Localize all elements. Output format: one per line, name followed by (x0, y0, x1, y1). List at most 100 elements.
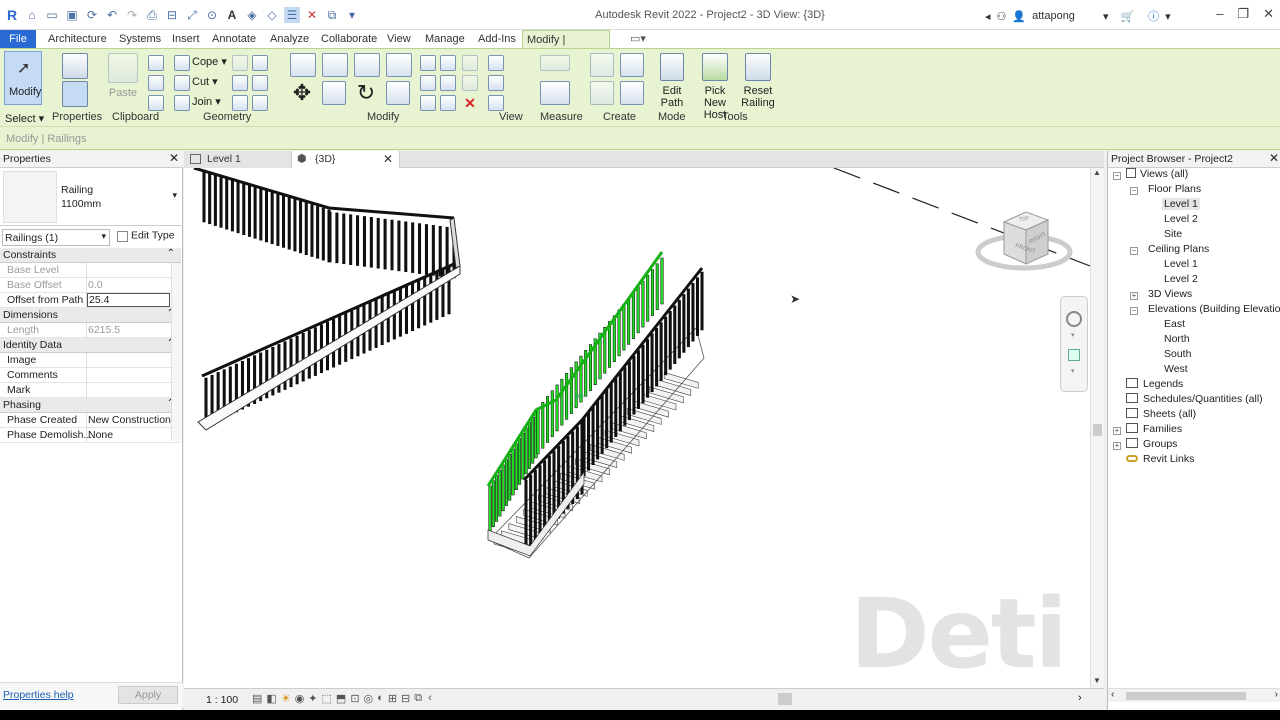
copy-icon[interactable] (148, 75, 164, 91)
3d-view-canvas[interactable]: ⇌ FRONT RIGHT TOP ▾ ▾ ➤ Deti (184, 168, 1090, 688)
move-icon[interactable]: ✥ (290, 81, 314, 105)
scale-icon[interactable] (440, 75, 456, 91)
join-button[interactable]: Join ▾ (192, 95, 221, 108)
prop-base-level[interactable]: Base Level (0, 263, 181, 278)
crop-view-icon[interactable]: ⬚ (322, 692, 332, 705)
tab-manage[interactable]: Manage (421, 30, 469, 48)
tab-file[interactable]: File (0, 30, 36, 48)
type-selector[interactable]: Railing 1100mm ▾ (0, 168, 181, 226)
tree-ceiling-plans[interactable]: Ceiling Plans (1148, 243, 1209, 255)
steering-wheel-icon[interactable] (1066, 311, 1082, 327)
tab-3d[interactable]: ⬢ {3D} ✕ (292, 151, 400, 168)
tree-fp-level-1[interactable]: Level 1 (1162, 198, 1200, 210)
type-dropdown-icon[interactable]: ▾ (172, 190, 177, 201)
stair-railing-right[interactable] (487, 267, 704, 557)
prop-offset-from-path[interactable]: Offset from Path 25.4 (0, 293, 181, 308)
tree-legends[interactable]: Legends (1126, 378, 1183, 390)
tree-west[interactable]: West (1164, 363, 1188, 375)
mirror-draw-icon[interactable] (386, 53, 412, 77)
array-icon[interactable] (420, 75, 436, 91)
binoculars-icon[interactable]: ⚇ (997, 10, 1007, 23)
paint-icon[interactable] (252, 75, 268, 91)
edit-path-button[interactable]: Edit Path (656, 53, 688, 109)
unpin-icon[interactable] (462, 75, 478, 91)
delete-icon[interactable]: ✕ (462, 95, 478, 111)
trim-icon[interactable] (386, 81, 410, 105)
cut-button[interactable]: Cut ▾ (192, 75, 218, 88)
collapse-icon[interactable]: ⌃ (167, 248, 175, 259)
group-constraints[interactable]: Constraints ⌃ (0, 248, 181, 263)
split-gap-icon[interactable] (440, 55, 456, 71)
worksharing-icon[interactable]: ⊞ (388, 692, 397, 705)
reset-railing-button[interactable]: Reset Railing (740, 53, 776, 109)
modify-button[interactable]: ➚ Modify (4, 51, 42, 105)
tab-collaborate[interactable]: Collaborate (317, 30, 381, 48)
view-scale[interactable]: 1 : 100 (206, 694, 238, 706)
help-icon[interactable]: ⓘ (1148, 8, 1159, 24)
help-dropdown-icon[interactable]: ▾ (1165, 10, 1171, 23)
prop-length[interactable]: Length 6215.5 (0, 323, 181, 338)
properties-scrollbar[interactable] (171, 263, 181, 441)
horizontal-scroll-thumb[interactable] (778, 693, 792, 705)
chevron-down-icon[interactable]: ▾ (1103, 10, 1109, 23)
tree-east[interactable]: East (1164, 318, 1185, 330)
close-icon[interactable]: ✕ (1269, 151, 1279, 165)
tree-cp-level-2[interactable]: Level 2 (1164, 273, 1198, 285)
tab-modify-railings[interactable]: Modify | Railings (522, 30, 610, 64)
offset-icon[interactable] (322, 53, 348, 77)
trim-multiple-icon[interactable] (440, 95, 456, 111)
demolish-icon[interactable] (232, 95, 248, 111)
measure-between-icon[interactable] (540, 55, 570, 71)
copy-element-icon[interactable] (322, 81, 346, 105)
apply-button[interactable]: Apply (118, 686, 178, 704)
scroll-thumb[interactable] (1093, 424, 1102, 436)
scroll-left-icon[interactable]: ‹ (428, 692, 432, 705)
prop-phase-demolished[interactable]: Phase Demolish... None (0, 428, 181, 443)
show-crop-icon[interactable]: ⬒ (336, 692, 346, 705)
tree-families[interactable]: Families (1126, 423, 1182, 435)
view-vertical-scrollbar[interactable]: ▲ ▼ (1090, 168, 1104, 688)
group-dimensions[interactable]: Dimensions⌃ (0, 308, 181, 323)
analytical-model-icon[interactable]: ⊟ (401, 692, 410, 705)
pin-icon[interactable] (462, 55, 478, 71)
tree-elevations[interactable]: Elevations (Building Elevation (1148, 303, 1280, 315)
properties-help-link[interactable]: Properties help (3, 689, 74, 701)
split-icon[interactable] (420, 55, 436, 71)
close-icon[interactable]: ✕ (383, 151, 393, 167)
cut-clipboard-icon[interactable] (148, 55, 164, 71)
tab-architecture[interactable]: Architecture (44, 30, 111, 48)
minimize-icon[interactable]: – (1216, 6, 1223, 22)
hide-element-icon[interactable] (488, 55, 504, 71)
tree-3d-views[interactable]: 3D Views (1148, 288, 1192, 300)
create-assembly-icon[interactable] (590, 53, 614, 77)
tree-fp-level-2[interactable]: Level 2 (1164, 213, 1198, 225)
collapse-icon[interactable]: − (1130, 187, 1138, 195)
user-icon[interactable]: 👤 (1012, 10, 1026, 23)
collapse-icon[interactable]: − (1113, 172, 1121, 180)
tab-add-ins[interactable]: Add-Ins (474, 30, 520, 48)
offset-from-path-input[interactable]: 25.4 (87, 293, 170, 307)
unjoin-icon[interactable] (252, 55, 268, 71)
group-phasing[interactable]: Phasing⌃ (0, 398, 181, 413)
tab-annotate[interactable]: Annotate (208, 30, 260, 48)
tree-revit-links[interactable]: Revit Links (1126, 453, 1194, 465)
prop-base-offset[interactable]: Base Offset 0.0 (0, 278, 181, 293)
sun-path-icon[interactable]: ☀ (281, 692, 291, 705)
wall-joins-icon[interactable] (232, 55, 248, 71)
tab-insert[interactable]: Insert (168, 30, 204, 48)
tab-analyze[interactable]: Analyze (266, 30, 313, 48)
align-icon[interactable] (290, 53, 316, 77)
tree-south[interactable]: South (1164, 348, 1191, 360)
select-dropdown[interactable]: Select ▾ (5, 112, 44, 125)
upper-railing[interactable] (193, 168, 461, 431)
scroll-up-icon[interactable]: ▲ (1093, 168, 1101, 177)
scroll-down-icon[interactable]: ▼ (1093, 676, 1101, 685)
tab-view[interactable]: View (383, 30, 415, 48)
create-group-icon[interactable] (590, 81, 614, 105)
temporary-hide-icon[interactable]: ◎ (364, 692, 374, 705)
tree-north[interactable]: North (1164, 333, 1190, 345)
user-name[interactable]: attapong (1032, 10, 1075, 22)
scroll-left-icon[interactable]: ‹ (1111, 689, 1114, 700)
edit-type-button[interactable]: Edit Type (115, 229, 179, 246)
cope-button[interactable]: Cope ▾ (192, 55, 227, 68)
